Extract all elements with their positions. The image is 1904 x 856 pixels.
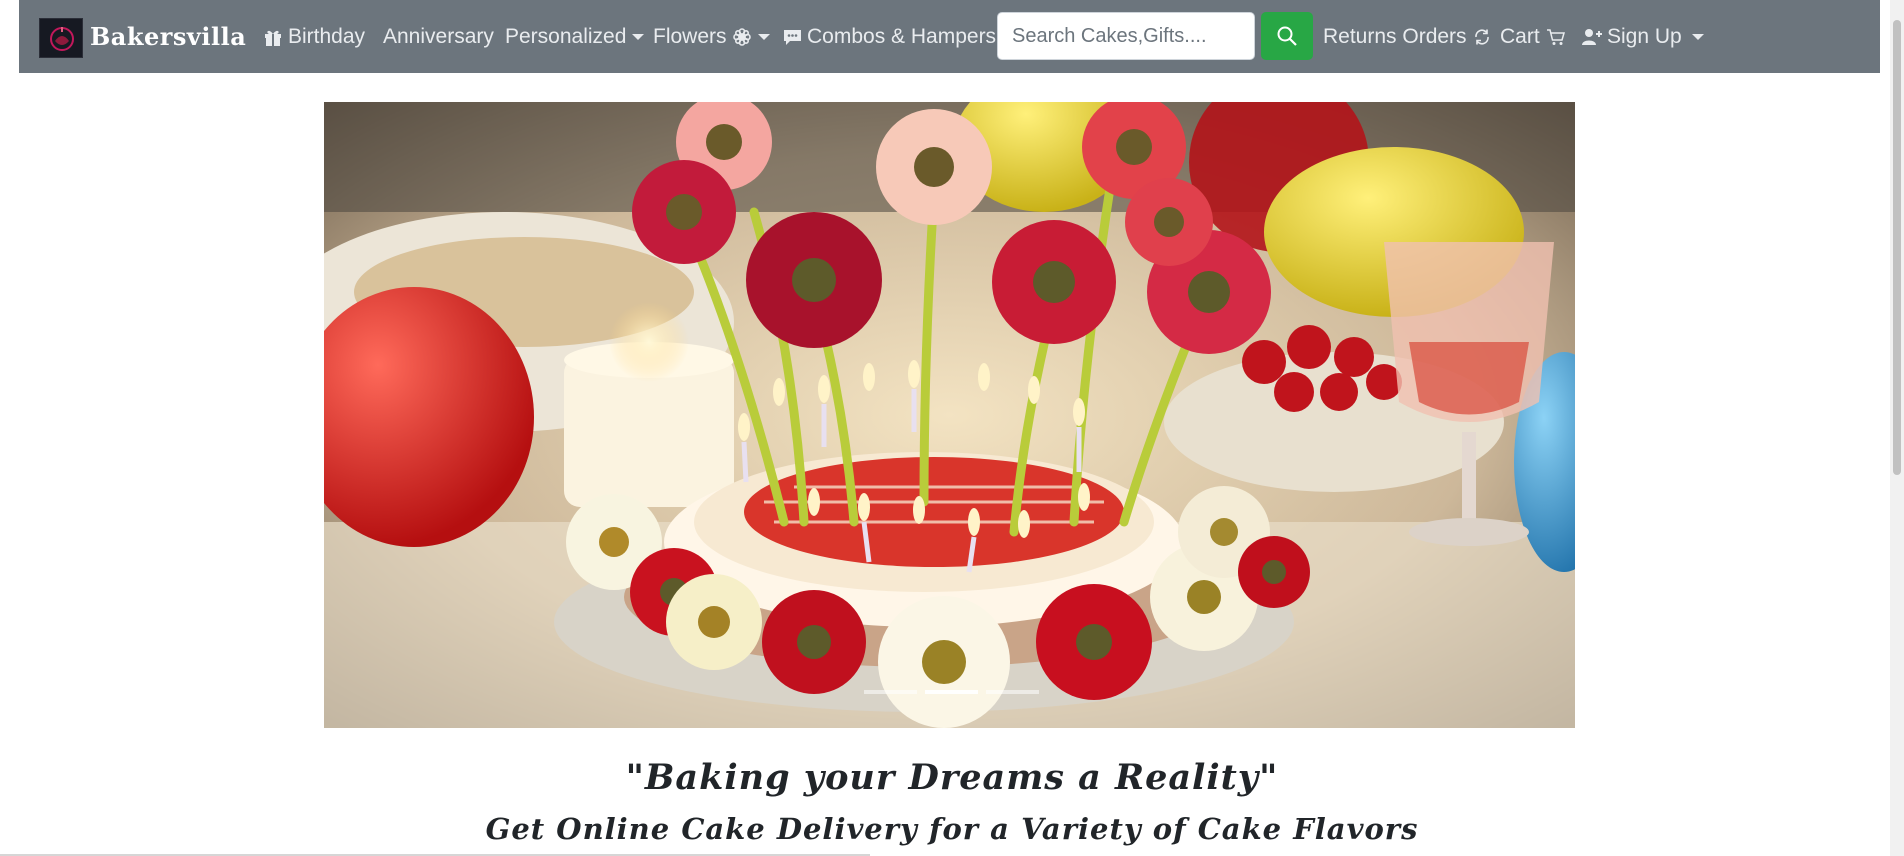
nav-returns-label: Returns Orders — [1323, 25, 1467, 48]
flower-icon — [732, 28, 751, 46]
cake-logo-icon[interactable] — [39, 18, 83, 58]
top-navbar: Bakersvilla Birthday Anniversary Persona… — [19, 0, 1880, 73]
carousel-indicators — [864, 690, 1039, 694]
carousel-indicator-2[interactable] — [925, 690, 978, 694]
carousel-indicator-1[interactable] — [864, 690, 917, 694]
brand-name[interactable]: Bakersvilla — [90, 18, 246, 56]
nav-anniversary-label: Anniversary — [383, 25, 494, 48]
hero-cake-image — [324, 102, 1575, 728]
nav-signup-label: Sign Up — [1607, 25, 1682, 48]
nav-cart[interactable]: Cart — [1500, 18, 1566, 56]
nav-combos-hampers[interactable]: Combos & Hampers — [782, 18, 996, 56]
cart-icon — [1546, 29, 1565, 45]
caret-down-icon — [1691, 34, 1704, 40]
user-plus-icon — [1582, 29, 1602, 45]
nav-anniversary[interactable]: Anniversary — [383, 18, 494, 56]
nav-personalized-dropdown[interactable]: Personalized — [505, 18, 645, 56]
caret-down-icon — [757, 34, 770, 40]
nav-birthday[interactable]: Birthday — [263, 18, 365, 56]
caret-down-icon — [632, 34, 645, 40]
hero-carousel[interactable] — [324, 102, 1575, 728]
scrollbar-thumb[interactable] — [1893, 20, 1901, 475]
page-scrollbar[interactable] — [1890, 0, 1904, 856]
nav-flowers-dropdown[interactable]: Flowers — [653, 18, 770, 56]
nav-flowers-label: Flowers — [653, 25, 727, 48]
nav-returns-orders[interactable]: Returns Orders — [1323, 18, 1491, 56]
nav-birthday-label: Birthday — [288, 25, 366, 48]
search-icon — [1277, 26, 1297, 46]
gift-icon — [265, 30, 281, 46]
nav-combos-label: Combos & Hampers — [807, 25, 997, 48]
refresh-icon — [1474, 29, 1489, 45]
nav-signup-dropdown[interactable]: Sign Up — [1581, 18, 1704, 56]
nav-cart-label: Cart — [1500, 25, 1540, 48]
nav-personalized-label: Personalized — [505, 25, 627, 48]
chat-bubble-icon — [784, 30, 801, 45]
hero-subtagline: Get Online Cake Delivery for a Variety o… — [485, 812, 1419, 846]
carousel-indicator-3[interactable] — [986, 690, 1039, 694]
hero-tagline: "Baking your Dreams a Reality" — [625, 757, 1279, 798]
search-button[interactable] — [1261, 12, 1313, 60]
search-input[interactable] — [997, 12, 1255, 60]
